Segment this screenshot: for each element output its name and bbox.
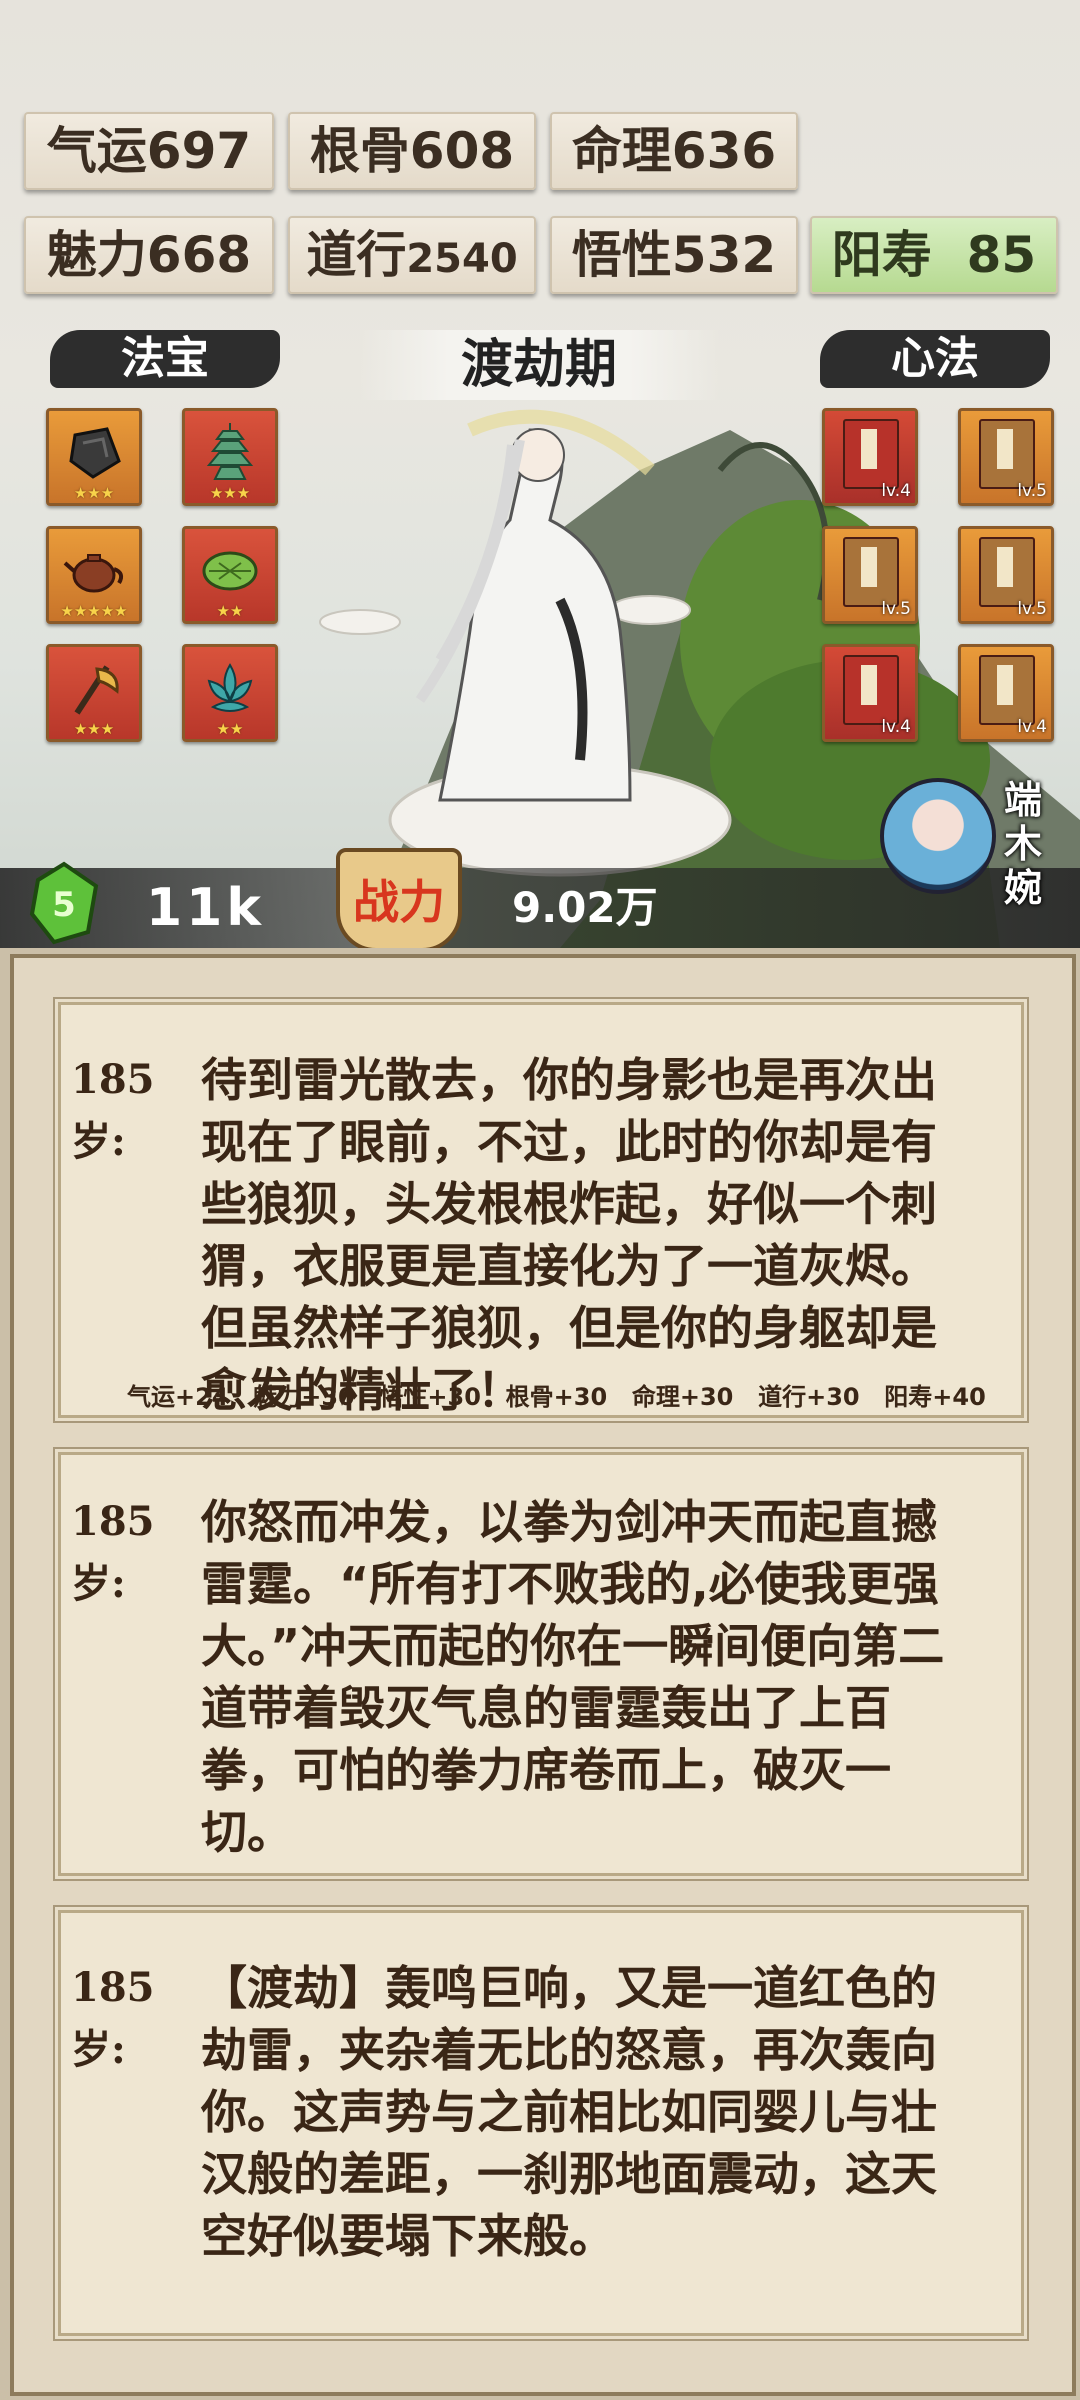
spirit-stone-icon[interactable]: 5 bbox=[24, 860, 104, 946]
stat-mingli: 命理636 bbox=[550, 112, 798, 190]
entry-age: 185岁: bbox=[71, 1056, 155, 1165]
xinfa-banner: 心法 bbox=[820, 330, 1050, 388]
stat-wuxing: 悟性532 bbox=[550, 216, 798, 294]
stat-gengu: 根骨608 bbox=[288, 112, 536, 190]
log-entry-card: 185岁: 待到雷光散去，你的身影也是再次出现在了眼前，不过，此时的你却是有些狼… bbox=[58, 1002, 1024, 1418]
book-icon bbox=[843, 419, 899, 489]
xinfa-slot-1[interactable]: lv.4 bbox=[822, 408, 918, 506]
power-badge: 战力 bbox=[336, 848, 462, 948]
stat-daoxing-label: 道行 bbox=[306, 226, 407, 284]
fabao-stars: ★★★ bbox=[73, 484, 115, 502]
fabao-slot-4[interactable]: ★★ bbox=[182, 526, 278, 624]
entry-text: 待到雷光散去，你的身影也是再次出现在了眼前，不过，此时的你却是有些狼狈，头发根根… bbox=[201, 1053, 937, 1417]
entry-text: 【渡劫】轰鸣巨响，又是一道红色的劫雷，夹杂着无比的怒意，再次轰向你。这声势与之前… bbox=[201, 1961, 937, 2263]
fabao-slot-6[interactable]: ★★ bbox=[182, 644, 278, 742]
xinfa-slot-4[interactable]: lv.5 bbox=[958, 526, 1054, 624]
fabao-stars: ★★★ bbox=[73, 720, 115, 738]
stat-meili: 魅力668 bbox=[24, 216, 274, 294]
cultivator-character bbox=[415, 428, 632, 802]
log-entry-card: 185岁: 你怒而冲发，以拳为剑冲天而起直撼雷霆。“所有打不败我的,必使我更强大… bbox=[58, 1452, 1024, 1876]
xinfa-level: lv.5 bbox=[881, 599, 911, 619]
entry-text: 你怒而冲发，以拳为剑冲天而起直撼雷霆。“所有打不败我的,必使我更强大。”冲天而起… bbox=[201, 1495, 945, 1859]
xinfa-level: lv.4 bbox=[1017, 717, 1047, 737]
entry-age: 185岁: bbox=[71, 1964, 155, 2073]
stone-icon bbox=[69, 427, 121, 479]
stat-qiyun: 气运697 bbox=[24, 112, 274, 190]
fabao-stars: ★★★★★ bbox=[60, 602, 128, 620]
stat-yangshou: 阳寿 85 bbox=[810, 216, 1058, 294]
xinfa-slot-5[interactable]: lv.4 bbox=[822, 644, 918, 742]
fabao-stars: ★★ bbox=[216, 602, 244, 620]
leaf-dish-icon bbox=[202, 551, 258, 591]
power-label: 战力 bbox=[353, 875, 445, 929]
fabao-slot-3[interactable]: ★★★★★ bbox=[46, 526, 142, 624]
realm-title: 渡劫期 bbox=[358, 330, 720, 400]
book-icon bbox=[979, 419, 1035, 489]
lotus-icon bbox=[207, 663, 253, 712]
fabao-stars: ★★★ bbox=[209, 484, 251, 502]
xinfa-slot-3[interactable]: lv.5 bbox=[822, 526, 918, 624]
xinfa-slot-2[interactable]: lv.5 bbox=[958, 408, 1054, 506]
xinfa-level: lv.5 bbox=[1017, 481, 1047, 501]
companion-avatar[interactable] bbox=[880, 778, 996, 894]
teapot-icon bbox=[63, 554, 124, 593]
xinfa-level: lv.4 bbox=[881, 717, 911, 737]
svg-text:5: 5 bbox=[52, 885, 76, 925]
xinfa-level: lv.5 bbox=[1017, 599, 1047, 619]
companion-name: 端木婉 bbox=[1004, 778, 1043, 910]
stat-daoxing: 道行2540 bbox=[288, 216, 536, 294]
book-icon bbox=[843, 537, 899, 607]
book-icon bbox=[979, 655, 1035, 725]
axe-icon bbox=[74, 665, 119, 715]
character-scene: 气运697 根骨608 命理636 魅力668 道行2540 悟性532 阳寿 … bbox=[0, 0, 1080, 948]
stat-daoxing-value: 2540 bbox=[406, 236, 518, 282]
xinfa-slot-6[interactable]: lv.4 bbox=[958, 644, 1054, 742]
xinfa-level: lv.4 bbox=[881, 481, 911, 501]
log-entry-card: 185岁: 【渡劫】轰鸣巨响，又是一道红色的劫雷，夹杂着无比的怒意，再次轰向你。… bbox=[58, 1910, 1024, 2336]
fabao-slot-5[interactable]: ★★★ bbox=[46, 644, 142, 742]
fabao-banner: 法宝 bbox=[50, 330, 280, 388]
event-log[interactable]: 185岁: 待到雷光散去，你的身影也是再次出现在了眼前，不过，此时的你却是有些狼… bbox=[0, 948, 1080, 2400]
power-value: 9.02万 bbox=[512, 883, 658, 932]
fabao-slot-2[interactable]: ★★★ bbox=[182, 408, 278, 506]
fabao-stars: ★★ bbox=[216, 720, 244, 738]
entry-stat-gains: 气运+24 魅力+30 悟性+30 根骨+30 命理+30 道行+30 阳寿+4… bbox=[127, 1383, 986, 1411]
pagoda-icon bbox=[206, 423, 254, 480]
entry-age: 185岁: bbox=[71, 1498, 155, 1607]
book-icon bbox=[979, 537, 1035, 607]
spirit-stones-count: 11k bbox=[146, 878, 265, 938]
fabao-slot-1[interactable]: ★★★ bbox=[46, 408, 142, 506]
book-icon bbox=[843, 655, 899, 725]
